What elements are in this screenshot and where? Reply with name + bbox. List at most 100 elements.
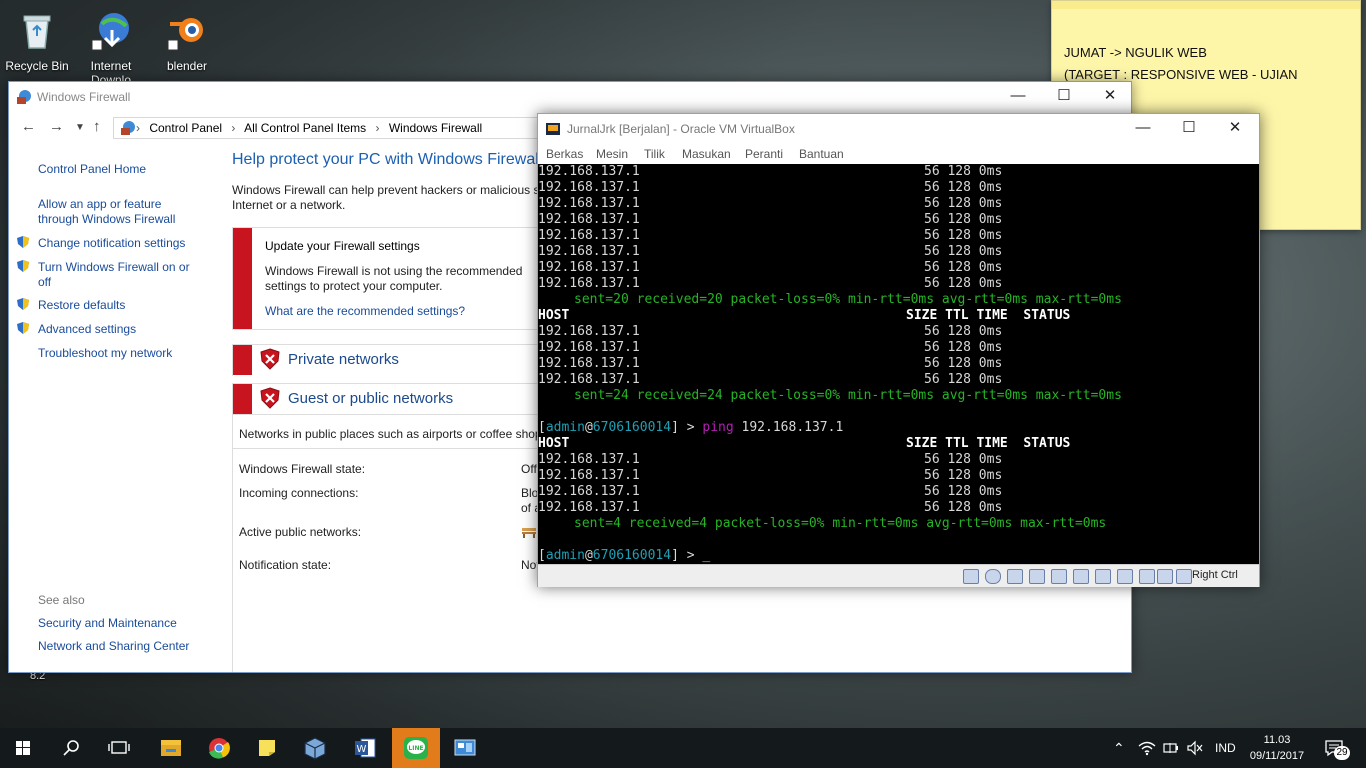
- recommended-settings-link[interactable]: What are the recommended settings?: [265, 304, 465, 318]
- sticky-note-header[interactable]: [1052, 1, 1360, 9]
- guest-public-networks-section[interactable]: Guest or public networks: [232, 383, 541, 415]
- terminal-line: 192.168.137.1 56 128 0ms: [538, 244, 1002, 260]
- vm-terminal[interactable]: 192.168.137.1 56 128 0ms 192.168.137.1 56 …: [538, 164, 1259, 564]
- troubleshoot-network-link[interactable]: Troubleshoot my network: [38, 346, 172, 361]
- host-key-icon[interactable]: [1176, 569, 1192, 584]
- power-battery-icon[interactable]: [1162, 740, 1180, 756]
- network-wifi-icon[interactable]: [1138, 740, 1156, 756]
- system-clock[interactable]: 11.03 09/11/2017: [1247, 732, 1307, 764]
- close-button[interactable]: ✕: [1087, 82, 1133, 112]
- minimize-button[interactable]: —: [1120, 114, 1166, 144]
- desktop-icon-blender[interactable]: blender: [154, 10, 220, 73]
- private-networks-section[interactable]: Private networks: [232, 344, 541, 383]
- line-app-button[interactable]: LINE: [392, 728, 440, 768]
- virtualbox-titlebar[interactable]: JurnalJrk [Berjalan] - Oracle VM Virtual…: [538, 114, 1259, 144]
- maximize-button[interactable]: ☐: [1166, 114, 1212, 144]
- menu-masukan[interactable]: Masukan: [682, 147, 731, 161]
- breadcrumb-all-items[interactable]: All Control Panel Items: [244, 121, 366, 135]
- control-panel-home-link[interactable]: Control Panel Home: [38, 162, 146, 177]
- firewall-titlebar[interactable]: Windows Firewall — ☐ ✕: [9, 82, 1131, 112]
- host-ip: 192.168.137.1: [538, 244, 640, 259]
- usb-icon[interactable]: [1051, 569, 1067, 584]
- desktop-icon-label: Recycle Bin: [5, 59, 69, 73]
- optical-drive-icon[interactable]: [985, 569, 1001, 584]
- forward-arrow-icon[interactable]: →: [49, 118, 64, 135]
- virtualbox-taskbar-icon[interactable]: [292, 728, 338, 768]
- network-icon[interactable]: [1029, 569, 1045, 584]
- clock-date: 09/11/2017: [1249, 750, 1305, 762]
- breadcrumb[interactable]: › Control Panel › All Control Panel Item…: [113, 117, 565, 139]
- turn-firewall-link-line: off: [38, 275, 52, 289]
- recycle-bin-icon: [23, 15, 51, 49]
- prompt-user: admin: [545, 420, 585, 435]
- recent-chevron-icon[interactable]: ▼: [75, 122, 85, 133]
- firewall-window-title: Windows Firewall: [37, 90, 131, 104]
- network-sharing-center-link[interactable]: Network and Sharing Center: [38, 639, 189, 654]
- svg-text:W: W: [357, 744, 367, 755]
- desktop-icon-internet-download[interactable]: Internet Downlo: [78, 10, 144, 84]
- sticky-notes-icon[interactable]: [244, 728, 290, 768]
- video-capture-icon[interactable]: [1117, 569, 1133, 584]
- host-ip: 192.168.137.1: [538, 164, 640, 179]
- update-settings-alert: Update your Firewall settings Windows Fi…: [232, 227, 541, 330]
- menu-bantuan[interactable]: Bantuan: [799, 147, 844, 161]
- svg-text:LINE: LINE: [408, 745, 423, 752]
- control-panel-taskbar-icon[interactable]: [442, 728, 488, 768]
- blender-icon: [167, 18, 203, 51]
- terminal-line: 192.168.137.1 56 128 0ms: [538, 276, 1002, 292]
- audio-icon[interactable]: [1007, 569, 1023, 584]
- menu-peranti[interactable]: Peranti: [745, 147, 783, 161]
- terminal-line: 192.168.137.1 56 128 0ms: [538, 196, 1002, 212]
- desktop-icon-label: blender: [166, 59, 208, 73]
- volume-muted-icon[interactable]: [1186, 740, 1204, 756]
- prompt-host: 6706160014: [592, 548, 672, 563]
- breadcrumb-control-panel[interactable]: Control Panel: [149, 121, 222, 135]
- up-arrow-icon[interactable]: ↑: [93, 118, 101, 135]
- turn-firewall-link-line: Turn Windows Firewall on or: [38, 260, 190, 274]
- line-messenger-icon: LINE: [404, 737, 428, 759]
- host-ip: 192.168.137.1: [538, 356, 640, 371]
- word-icon[interactable]: W: [342, 728, 388, 768]
- ping-summary: sent=20 received=20 packet-loss=0% min-r…: [574, 292, 1122, 308]
- allow-app-link[interactable]: Allow an app or feature through Windows …: [38, 197, 175, 227]
- input-language-indicator[interactable]: IND: [1215, 728, 1236, 768]
- host-ip: 192.168.137.1: [538, 372, 640, 387]
- search-icon[interactable]: [48, 728, 94, 768]
- cpu-icon[interactable]: [1139, 569, 1155, 584]
- windows-start-icon[interactable]: [0, 728, 46, 768]
- turn-firewall-on-off-link[interactable]: Turn Windows Firewall on or off: [38, 260, 190, 290]
- notification-count-badge: 29: [1334, 746, 1350, 760]
- mouse-integration-icon[interactable]: [1157, 569, 1173, 584]
- display-icon[interactable]: [1095, 569, 1111, 584]
- section-stripe: [233, 345, 252, 375]
- row-stats: 56 128 0ms: [924, 164, 1003, 179]
- chrome-icon[interactable]: [196, 728, 242, 768]
- back-arrow-icon[interactable]: ←: [21, 118, 36, 135]
- file-explorer-icon[interactable]: [148, 728, 194, 768]
- hard-disk-icon[interactable]: [963, 569, 979, 584]
- notification-state-label: Notification state:: [239, 558, 332, 572]
- change-notification-link[interactable]: Change notification settings: [38, 236, 185, 251]
- breadcrumb-windows-firewall[interactable]: Windows Firewall: [389, 121, 482, 135]
- desktop-icon-recycle-bin[interactable]: Recycle Bin: [4, 10, 70, 73]
- task-view-icon[interactable]: [96, 728, 142, 768]
- uac-shield-icon: [17, 322, 29, 334]
- terminal-line: 192.168.137.1 56 128 0ms: [538, 228, 1002, 244]
- summary-max-rtt: max-rtt=0ms: [1035, 292, 1122, 307]
- restore-defaults-link[interactable]: Restore defaults: [38, 298, 125, 313]
- row-stats: 56 128 0ms: [924, 212, 1003, 227]
- menu-berkas[interactable]: Berkas: [546, 147, 583, 161]
- minimize-button[interactable]: —: [995, 82, 1041, 112]
- maximize-button[interactable]: ☐: [1041, 82, 1087, 112]
- allow-app-link-line: Allow an app or feature: [38, 197, 162, 211]
- advanced-settings-link[interactable]: Advanced settings: [38, 322, 136, 337]
- menu-tilik[interactable]: Tilik: [644, 147, 665, 161]
- show-hidden-icons-chevron-icon[interactable]: ⌃: [1113, 728, 1125, 768]
- uac-shield-icon: [17, 236, 29, 248]
- public-networks-description: Networks in public places such as airpor…: [239, 427, 541, 441]
- close-button[interactable]: ✕: [1212, 114, 1258, 144]
- menu-mesin[interactable]: Mesin: [596, 147, 628, 161]
- shared-folders-icon[interactable]: [1073, 569, 1089, 584]
- security-maintenance-link[interactable]: Security and Maintenance: [38, 616, 177, 631]
- firewall-sidebar: Control Panel Home Allow an app or featu…: [9, 142, 223, 672]
